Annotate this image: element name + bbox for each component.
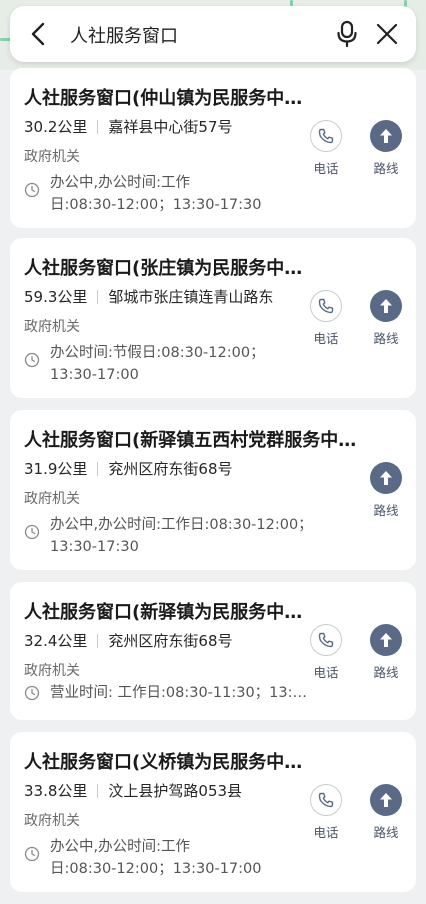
result-hours-text: 办公中,办公时间:工作日:08:30-12:00； 13:30-17:30 [50, 517, 313, 555]
route-button[interactable]: 路线 [364, 784, 408, 841]
clock-icon [24, 352, 40, 368]
phone-label: 电话 [313, 331, 339, 346]
result-hours-text: 办公中,办公时间:工作 日:08:30-12:00；13:30-17:30 [50, 175, 262, 213]
result-address: 兖州区府东街68号 [108, 460, 233, 478]
divider [97, 119, 99, 134]
result-distance: 32.4公里 [24, 632, 88, 650]
route-label: 路线 [373, 331, 399, 346]
result-address: 邹城市张庄镇连青山路东 [108, 288, 274, 306]
result-title[interactable]: 人社服务窗口(新驿镇五西村党群服务中心) [24, 426, 364, 452]
result-distance: 30.2公里 [24, 118, 88, 136]
phone-icon [318, 128, 334, 144]
result-card[interactable]: 人社服务窗口(张庄镇为民服务中心) 59.3公里 邹城市张庄镇连青山路东 政府机… [10, 238, 416, 398]
divider [97, 461, 99, 476]
result-category: 政府机关 [24, 149, 80, 165]
route-arrow-icon [380, 299, 392, 313]
result-card[interactable]: 人社服务窗口(新驿镇为民服务中心) 32.4公里 兖州区府东街68号 政府机关 … [10, 582, 416, 720]
result-category: 政府机关 [24, 663, 80, 679]
result-meta: 31.9公里 兖州区府东街68号 [24, 458, 299, 479]
phone-button[interactable]: 电话 [304, 784, 348, 841]
route-arrow-icon [380, 793, 392, 807]
result-hours: 办公中,办公时间:工作日:08:30-12:00； 13:30-17:30 [24, 514, 314, 558]
route-label: 路线 [373, 161, 399, 176]
clock-icon [24, 846, 40, 862]
clock-icon [24, 524, 40, 540]
phone-label: 电话 [313, 825, 339, 840]
result-hours-text: 营业时间: 工作日:08:30-11:30；13:30-17:30 [50, 685, 310, 701]
result-address: 兖州区府东街68号 [108, 632, 233, 650]
result-hours-text: 办公时间:节假日:08:30-12:00； 13:30-17:00 [50, 345, 265, 383]
clear-search-button[interactable] [372, 19, 402, 49]
result-hours-text: 办公中,办公时间:工作 日:08:30-12:00；13:30-17:00 [50, 839, 262, 877]
search-bar[interactable]: 人社服务窗口 [10, 6, 416, 62]
voice-search-button[interactable] [332, 18, 362, 50]
microphone-icon [337, 20, 357, 48]
phone-icon [318, 298, 334, 314]
route-arrow-icon [380, 471, 392, 485]
result-meta: 32.4公里 兖州区府东街68号 [24, 630, 299, 651]
phone-label: 电话 [313, 665, 339, 680]
result-hours: 办公中,办公时间:工作 日:08:30-12:00；13:30-17:00 [24, 836, 314, 880]
result-hours: 办公时间:节假日:08:30-12:00； 13:30-17:00 [24, 342, 314, 386]
chevron-left-icon [31, 22, 45, 46]
result-address: 嘉祥县中心街57号 [108, 118, 233, 136]
result-card[interactable]: 人社服务窗口(义桥镇为民服务中心) 33.8公里 汶上县护驾路053县 政府机关… [10, 732, 416, 892]
divider [97, 289, 99, 304]
phone-icon [318, 632, 334, 648]
page: 人社服务窗口 人社服务窗口(仲山镇为民服务中心) 30.2公里 嘉祥县中心街57… [0, 0, 426, 904]
result-address: 汶上县护驾路053县 [108, 782, 243, 800]
close-icon [376, 23, 398, 45]
result-meta: 30.2公里 嘉祥县中心街57号 [24, 116, 299, 137]
clock-icon [24, 182, 40, 198]
result-category: 政府机关 [24, 813, 80, 829]
result-title[interactable]: 人社服务窗口(张庄镇为民服务中心) [24, 254, 304, 280]
phone-button[interactable]: 电话 [304, 290, 348, 347]
result-title[interactable]: 人社服务窗口(新驿镇为民服务中心) [24, 598, 304, 624]
route-button[interactable]: 路线 [364, 120, 408, 177]
clock-icon [24, 685, 40, 701]
route-button[interactable]: 路线 [364, 290, 408, 347]
result-hours: 办公中,办公时间:工作 日:08:30-12:00；13:30-17:30 [24, 172, 314, 216]
result-card[interactable]: 人社服务窗口(新驿镇五西村党群服务中心) 31.9公里 兖州区府东街68号 政府… [10, 410, 416, 570]
result-title[interactable]: 人社服务窗口(仲山镇为民服务中心) [24, 84, 304, 110]
route-arrow-icon [380, 129, 392, 143]
route-label: 路线 [373, 665, 399, 680]
phone-button[interactable]: 电话 [304, 120, 348, 177]
phone-button[interactable]: 电话 [304, 624, 348, 681]
divider [97, 633, 99, 648]
route-arrow-icon [380, 633, 392, 647]
phone-icon [318, 792, 334, 808]
result-title[interactable]: 人社服务窗口(义桥镇为民服务中心) [24, 748, 304, 774]
result-card[interactable]: 人社服务窗口(仲山镇为民服务中心) 30.2公里 嘉祥县中心街57号 政府机关 … [10, 68, 416, 228]
route-label: 路线 [373, 503, 399, 518]
result-category: 政府机关 [24, 319, 80, 335]
result-meta: 33.8公里 汶上县护驾路053县 [24, 780, 299, 801]
phone-label: 电话 [313, 161, 339, 176]
route-button[interactable]: 路线 [364, 462, 408, 519]
result-hours: 营业时间: 工作日:08:30-11:30；13:30-17:30 [24, 682, 314, 704]
route-label: 路线 [373, 825, 399, 840]
route-button[interactable]: 路线 [364, 624, 408, 681]
result-distance: 33.8公里 [24, 782, 88, 800]
back-button[interactable] [24, 19, 54, 49]
result-category: 政府机关 [24, 491, 80, 507]
result-meta: 59.3公里 邹城市张庄镇连青山路东 [24, 286, 299, 307]
result-distance: 59.3公里 [24, 288, 88, 306]
divider [97, 783, 99, 798]
result-distance: 31.9公里 [24, 460, 88, 478]
search-query[interactable]: 人社服务窗口 [70, 22, 178, 48]
